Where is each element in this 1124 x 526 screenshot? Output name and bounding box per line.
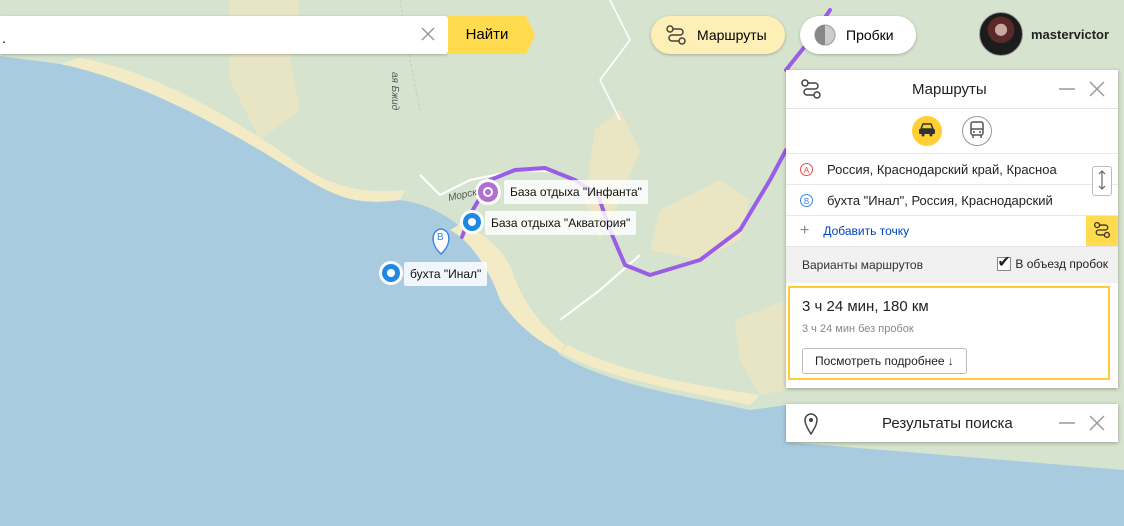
routes-button[interactable]: Маршруты: [651, 16, 785, 54]
swap-icon: [1097, 169, 1107, 193]
infanta-marker: [475, 179, 501, 205]
route-icon: [665, 24, 687, 46]
route-icon: [800, 78, 822, 103]
avoid-traffic-label: В объезд пробок: [1015, 257, 1108, 271]
search-results-panel: Результаты поиска: [786, 404, 1118, 442]
waypoint-b-input[interactable]: бухта "Инал", Россия, Краснодарский: [827, 193, 1087, 208]
route-icon: [1093, 221, 1111, 242]
car-mode-button[interactable]: [912, 116, 942, 146]
plus-icon: +: [800, 222, 810, 239]
build-route-button[interactable]: [1086, 216, 1118, 247]
search-bar: .: [0, 16, 448, 54]
bus-icon: [969, 120, 985, 142]
inal-marker: [379, 261, 403, 285]
routes-panel-header: Маршруты: [786, 70, 1118, 109]
waypoint-b[interactable]: B бухта "Инал", Россия, Краснодарский: [786, 184, 1118, 215]
akvatoria-marker: [460, 210, 484, 234]
search-input[interactable]: .: [2, 30, 6, 46]
waypoint-b-badge: B: [800, 193, 813, 207]
route-variants-bar: Варианты маршрутов В объезд пробок: [786, 246, 1118, 283]
route-time-distance: 3 ч 24 мин, 180 км: [802, 298, 929, 315]
traffic-button-label: Пробки: [846, 27, 894, 43]
avoid-traffic-toggle[interactable]: В объезд пробок: [997, 252, 1108, 272]
map-label-inal[interactable]: бухта "Инал": [404, 262, 488, 286]
waypoint-a-badge: A: [800, 162, 813, 176]
waypoint-a-input[interactable]: Россия, Краснодарский край, Красноа: [827, 162, 1087, 177]
routes-button-label: Маршруты: [697, 27, 767, 43]
route-details-button[interactable]: Посмотреть подробнее ↓: [802, 348, 967, 374]
username[interactable]: mastervictor: [1031, 27, 1109, 42]
traffic-icon: [814, 24, 836, 46]
close-icon[interactable]: [1088, 80, 1106, 98]
minimize-icon[interactable]: [1058, 414, 1076, 432]
close-icon[interactable]: [1088, 414, 1106, 432]
avatar[interactable]: [979, 12, 1023, 56]
clear-icon[interactable]: [418, 24, 438, 44]
routes-panel-title: Маршруты: [912, 81, 987, 98]
add-point-link[interactable]: Добавить точку: [823, 224, 909, 238]
add-point-row: + Добавить точку: [786, 215, 1118, 247]
search-results-title: Результаты поиска: [882, 415, 1013, 432]
route-card[interactable]: 3 ч 24 мин, 180 км 3 ч 24 мин без пробок…: [788, 286, 1110, 380]
map-label-infanta[interactable]: База отдыха "Инфанта": [504, 180, 648, 204]
user-menu[interactable]: mastervictor: [979, 12, 1109, 56]
avoid-traffic-checkbox[interactable]: [997, 252, 1012, 272]
transit-mode-button[interactable]: [962, 116, 992, 146]
pin-b-letter: B: [437, 232, 444, 243]
route-without-traffic: 3 ч 24 мин без пробок: [802, 323, 914, 335]
traffic-button[interactable]: Пробки: [800, 16, 916, 54]
minimize-icon[interactable]: [1058, 80, 1076, 98]
route-variants-label: Варианты маршрутов: [802, 258, 923, 272]
transport-modes: [786, 109, 1118, 153]
pin-icon: [804, 413, 818, 438]
street-label-2: ая Бжид: [389, 72, 400, 111]
find-button[interactable]: Найти: [448, 16, 535, 54]
swap-waypoints-button[interactable]: [1092, 166, 1112, 196]
routes-panel: Маршруты A Россия, Краснодарский край, К…: [786, 70, 1118, 388]
waypoint-a[interactable]: A Россия, Краснодарский край, Красноа: [786, 153, 1118, 184]
map-label-akvatoria[interactable]: База отдыха "Акватория": [485, 211, 637, 235]
car-icon: [918, 122, 936, 140]
